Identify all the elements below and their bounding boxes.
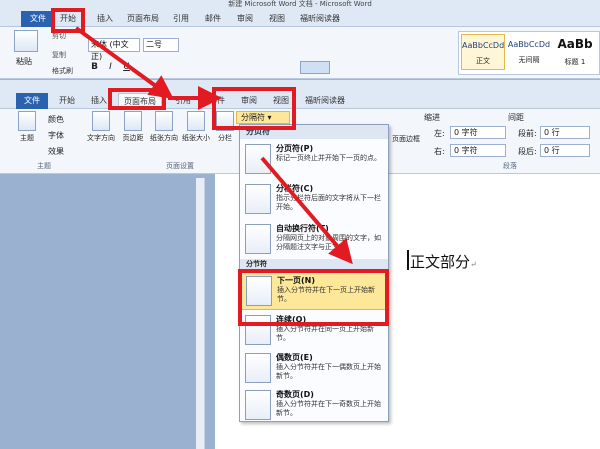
arrow-breaks-to-next-page — [260, 156, 353, 265]
screenshot-root: 新建 Microsoft Word 文档 - Microsoft Word 文件… — [0, 0, 600, 449]
annotation-arrows — [74, 26, 353, 265]
arrow-home-to-layout — [74, 26, 174, 100]
